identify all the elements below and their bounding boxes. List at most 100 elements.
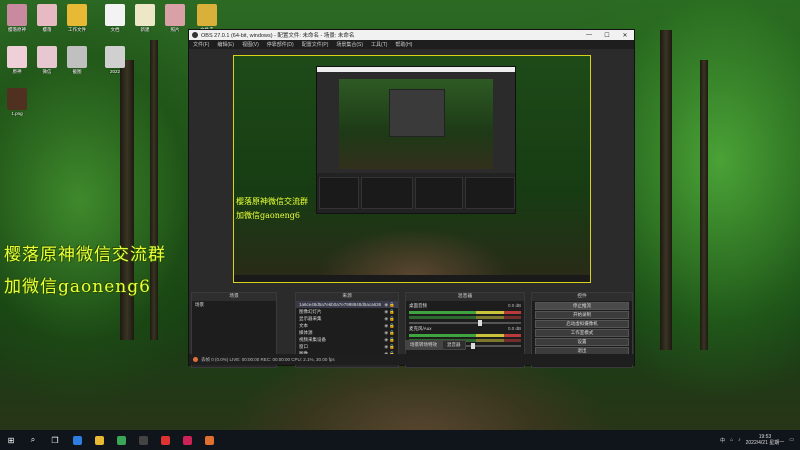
control-button[interactable]: 停止推流 — [535, 302, 629, 310]
status-bar: 丢帧 0 (0.0%) LIVE: 00:00:00 REC: 00:00:00… — [189, 354, 634, 365]
desktop-icon[interactable]: 截图 — [62, 46, 92, 74]
obs-title-bar[interactable]: OBS 27.0.1 (64-bit, windows) - 配置文件: 未命名… — [189, 30, 634, 40]
slider-handle[interactable] — [478, 320, 483, 326]
notification-icon[interactable]: ▭ — [789, 437, 794, 443]
visibility-lock-icon[interactable]: ◉ 🔒 — [384, 337, 395, 343]
desktop-icon[interactable]: 1.png — [2, 88, 32, 116]
control-button[interactable]: 开始录制 — [535, 311, 629, 319]
file-icon — [7, 4, 27, 26]
source-item[interactable]: 文本 ◉ 🔒 — [296, 322, 398, 329]
menu-file[interactable]: 文件(F) — [193, 41, 209, 48]
desktop-icon-label: 微信 — [42, 69, 52, 74]
visibility-lock-icon[interactable]: ◉ 🔒 — [384, 330, 395, 336]
tree-trunk — [150, 40, 158, 340]
maximize-button[interactable]: ☐ — [598, 32, 616, 39]
control-button[interactable]: 启动虚拟摄像机 — [535, 320, 629, 328]
source-item[interactable]: 图像幻灯片 ◉ 🔒 — [296, 308, 398, 315]
task-view-icon[interactable]: ❐ — [44, 430, 66, 450]
file-icon — [7, 88, 27, 110]
volume-icon[interactable]: ♪ — [738, 437, 741, 443]
control-button[interactable]: 工作室模式 — [535, 329, 629, 337]
channel-name: 麦克风/Aux — [409, 326, 432, 331]
chrome-icon[interactable] — [110, 430, 132, 450]
visibility-lock-icon[interactable]: ◉ 🔒 — [384, 309, 395, 315]
desktop-icon-label: 樱落 — [42, 27, 52, 32]
file-icon — [105, 46, 125, 68]
network-icon[interactable]: ⌂ — [730, 437, 733, 443]
desktop-icon[interactable]: 文档 — [100, 4, 130, 32]
obs-menu-bar: 文件(F) 编辑(E) 视图(V) 停靠部件(D) 配置文件(P) 场景集合(S… — [189, 40, 634, 49]
file-icon — [135, 4, 155, 26]
desktop-icon[interactable]: 樱落原神 — [2, 4, 32, 32]
visibility-lock-icon[interactable]: ◉ 🔒 — [384, 344, 395, 350]
control-button[interactable]: 设置 — [535, 338, 629, 346]
desktop-icon[interactable]: 新建 — [130, 4, 160, 32]
obs-window-title: OBS 27.0.1 (64-bit, windows) - 配置文件: 未命名… — [201, 33, 355, 39]
explorer-icon[interactable] — [88, 430, 110, 450]
volume-meter — [409, 316, 521, 319]
source-item[interactable]: 媒体源 ◉ 🔒 — [296, 329, 398, 336]
desktop-icon-label: 2022 — [109, 69, 120, 74]
desktop-icon[interactable]: 工作文件 — [62, 4, 92, 32]
sources-header: 来源 — [296, 293, 398, 301]
visibility-lock-icon[interactable]: ◉ 🔒 — [384, 323, 395, 329]
channel-db: 0.0 dB — [507, 303, 521, 308]
tab-mixer[interactable]: 混音器 — [442, 340, 466, 350]
visibility-lock-icon[interactable]: ◉ 🔒 — [384, 316, 395, 322]
start-icon[interactable]: ⊞ — [0, 430, 22, 450]
minimize-button[interactable]: — — [580, 32, 598, 39]
volume-slider[interactable] — [409, 320, 521, 326]
taskbar: ⊞ ⌕ ❐ 中 ⌂ ♪ 19:53 2022/4/21 星期一 ▭ — [0, 430, 800, 450]
file-icon — [37, 46, 57, 68]
source-item[interactable]: 窗口 ◉ 🔒 — [296, 343, 398, 350]
visibility-lock-icon[interactable]: ◉ 🔒 — [384, 302, 395, 308]
obs-icon[interactable] — [132, 430, 154, 450]
source-item[interactable]: 视频采集设备 ◉ 🔒 — [296, 336, 398, 343]
menu-edit[interactable]: 编辑(E) — [217, 41, 234, 48]
desktop-icon[interactable]: 文件夹 — [192, 4, 222, 32]
menu-profile[interactable]: 配置文件(P) — [302, 41, 329, 48]
close-button[interactable]: ✕ — [616, 32, 634, 39]
menu-view[interactable]: 视图(V) — [242, 41, 259, 48]
source-item[interactable]: 显示器采集 ◉ 🔒 — [296, 315, 398, 322]
menu-scene-collection[interactable]: 场景集合(S) — [336, 41, 363, 48]
file-icon — [37, 4, 57, 26]
menu-tools[interactable]: 工具(T) — [371, 41, 387, 48]
file-icon — [105, 4, 125, 26]
desktop-icon[interactable]: 微信 — [32, 46, 62, 74]
desktop-icon-label: 工作文件 — [68, 27, 86, 32]
desktop-icon-label: 1.png — [11, 111, 23, 116]
obs-logo-icon — [192, 32, 198, 38]
desktop-icon[interactable]: 2022 — [100, 46, 130, 74]
obs-window[interactable]: OBS 27.0.1 (64-bit, windows) - 配置文件: 未命名… — [188, 29, 635, 368]
ime-indicator[interactable]: 中 — [720, 437, 725, 444]
slider-handle[interactable] — [470, 343, 475, 349]
file-icon — [7, 46, 27, 68]
edge-icon[interactable] — [66, 430, 88, 450]
menu-help[interactable]: 帮助(H) — [395, 41, 412, 48]
channel-db: 0.0 dB — [507, 326, 521, 331]
source-item[interactable]: 1a6ce48d5a7e6b0a7e7998848d5aca636 ◉ 🔒 — [296, 301, 398, 308]
clock-date: 2022/4/21 星期一 — [745, 440, 785, 446]
scenes-header: 场景 — [192, 293, 276, 301]
desktop-icon-label: 照片 — [170, 27, 180, 32]
netease-icon[interactable] — [154, 430, 176, 450]
volume-meter — [409, 311, 521, 314]
search-icon[interactable]: ⌕ — [22, 430, 44, 450]
genshin-icon[interactable] — [176, 430, 198, 450]
obs-preview[interactable]: 樱落原神微信交流群 加微信gaoneng6 — [233, 55, 591, 283]
source-label: 文本 — [299, 322, 308, 328]
controls-header: 控件 — [532, 293, 632, 301]
menu-docks[interactable]: 停靠部件(D) — [267, 41, 294, 48]
desktop-icon-label: 文档 — [110, 27, 120, 32]
desktop-icon[interactable]: 照片 — [160, 4, 190, 32]
scene-item[interactable]: 场景 — [192, 301, 276, 308]
volume-meter — [409, 334, 521, 337]
desktop-icon[interactable]: 樱落 — [32, 4, 62, 32]
app-icon[interactable] — [198, 430, 220, 450]
desktop-icon[interactable]: 原神 — [2, 46, 32, 74]
nested-obs-window — [316, 66, 516, 214]
tab-transitions[interactable]: 场景转场特效 — [405, 340, 442, 350]
clock[interactable]: 19:53 2022/4/21 星期一 — [746, 434, 785, 446]
file-icon — [165, 4, 185, 26]
